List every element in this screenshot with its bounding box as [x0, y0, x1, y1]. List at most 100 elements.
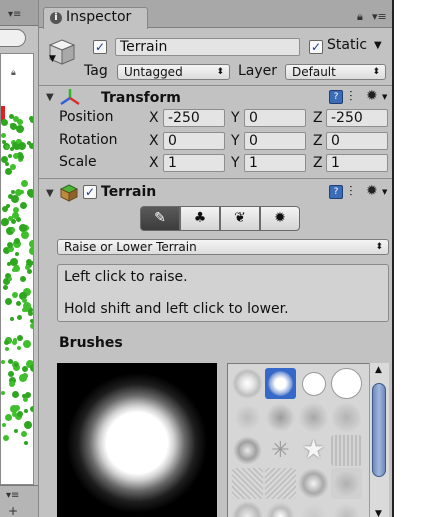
- tree-blob: [3, 435, 9, 441]
- brush-texture-8[interactable]: [331, 501, 362, 517]
- brush-star[interactable]: ★: [298, 435, 329, 466]
- position-label: Position: [59, 109, 114, 125]
- position-y-field[interactable]: 0: [244, 109, 306, 127]
- terrain-trees: [1, 114, 33, 454]
- tree-blob: [30, 118, 33, 123]
- position-z-field[interactable]: -250: [326, 109, 388, 127]
- terrain-settings-tool-button[interactable]: ✹: [260, 206, 300, 231]
- menu-icon[interactable]: ▾≡: [6, 490, 19, 501]
- tree-blob: [21, 431, 27, 437]
- layer-label: Layer: [238, 63, 278, 79]
- scale-z-field[interactable]: 1: [326, 154, 388, 172]
- tree-blob: [17, 335, 23, 341]
- brush-splatter-4[interactable]: [331, 402, 362, 433]
- tree-blob: [4, 340, 9, 345]
- paint-brush-tool-button[interactable]: ✎: [140, 206, 180, 231]
- scrollbar-thumb[interactable]: [372, 383, 386, 477]
- gear-icon[interactable]: ✹: [366, 89, 378, 103]
- brush-splatter-3[interactable]: [298, 402, 329, 433]
- position-x-field[interactable]: -250: [163, 109, 225, 127]
- tree-blob: [10, 317, 14, 321]
- brush-burst[interactable]: ✳: [265, 435, 296, 466]
- rotation-x-field[interactable]: 0: [163, 132, 225, 150]
- menu-icon[interactable]: ▾≡: [372, 10, 387, 23]
- static-label: Static: [327, 37, 368, 53]
- tree-blob: [9, 114, 14, 119]
- preset-sliders-icon[interactable]: ⫶: [349, 89, 353, 105]
- tree-blob: [1, 218, 9, 226]
- brush-hard-large[interactable]: [331, 368, 362, 399]
- tree-blob: [16, 139, 21, 144]
- menu-icon[interactable]: ▾≡: [8, 9, 21, 20]
- preset-sliders-icon[interactable]: ⫶: [349, 184, 353, 200]
- tree-blob: [14, 238, 20, 244]
- tree-blob: [12, 391, 19, 398]
- brush-texture-4[interactable]: [331, 468, 362, 499]
- static-dropdown-arrow[interactable]: ▼: [374, 40, 382, 51]
- axis-y-label: Y: [231, 110, 240, 126]
- brush-splatter-2[interactable]: [265, 402, 296, 433]
- foldout-arrow-icon[interactable]: ▼: [46, 92, 54, 103]
- tree-blob: [1, 156, 8, 163]
- place-trees-tool-button[interactable]: ♣: [180, 206, 220, 231]
- tree-blob: [16, 301, 21, 306]
- lock-icon[interactable]: 🔒︎: [11, 68, 16, 78]
- terrain-enabled-checkbox[interactable]: ✓: [83, 185, 97, 199]
- lock-icon[interactable]: 🔒︎: [357, 10, 363, 24]
- brush-grid[interactable]: ✳ ★: [227, 363, 389, 517]
- brush-hard-medium[interactable]: [298, 368, 329, 399]
- icon-dropdown-arrow[interactable]: ▼: [49, 54, 56, 64]
- tree-blob: [17, 119, 23, 125]
- transform-icon: [59, 88, 81, 108]
- scroll-up-icon[interactable]: ▲: [375, 365, 382, 375]
- brush-texture-3[interactable]: [298, 468, 329, 499]
- tab-inspector[interactable]: i Inspector: [43, 7, 148, 29]
- rotation-z-field[interactable]: 0: [326, 132, 388, 150]
- help-line-raise: Left click to raise.: [64, 269, 188, 285]
- object-name-field[interactable]: Terrain: [115, 38, 300, 56]
- foldout-arrow-icon[interactable]: ▼: [46, 188, 54, 199]
- tag-label: Tag: [84, 63, 108, 79]
- layer-value: Default: [292, 65, 336, 79]
- tree-blob: [8, 194, 13, 199]
- tree-blob: [30, 323, 33, 329]
- right-panel-edge: [392, 0, 424, 517]
- tag-dropdown[interactable]: Untagged ⬍: [117, 64, 230, 80]
- scroll-down-icon[interactable]: ▼: [375, 509, 382, 517]
- scale-x-field[interactable]: 1: [163, 154, 225, 172]
- tree-blob: [25, 265, 30, 270]
- terrain-mode-dropdown[interactable]: Raise or Lower Terrain ⬍: [57, 239, 389, 255]
- reference-book-icon[interactable]: ?: [329, 90, 343, 104]
- tree-blob: [12, 340, 17, 345]
- brush-texture-2[interactable]: [265, 468, 296, 499]
- brush-texture-7[interactable]: [298, 501, 329, 517]
- gear-icon[interactable]: ✹: [366, 184, 378, 198]
- scale-y-field[interactable]: 1: [244, 154, 306, 172]
- add-icon[interactable]: +: [8, 504, 18, 517]
- brush-texture-1[interactable]: [232, 468, 263, 499]
- static-checkbox[interactable]: ✓: [309, 40, 323, 54]
- tab-label: Inspector: [66, 9, 132, 25]
- brush-splatter-1[interactable]: [232, 402, 263, 433]
- axis-x-label: X: [149, 155, 159, 171]
- gear-dropdown-icon[interactable]: ▼: [382, 93, 387, 101]
- gear-icon: ✹: [274, 210, 286, 226]
- tree-blob: [23, 306, 29, 312]
- active-checkbox[interactable]: ✓: [93, 40, 107, 54]
- brush-streaks[interactable]: [331, 435, 362, 466]
- scene-viewport[interactable]: 🔒︎: [0, 53, 34, 485]
- paint-details-tool-button[interactable]: ❦: [220, 206, 260, 231]
- tree-blob: [10, 147, 14, 151]
- layer-dropdown[interactable]: Default ⬍: [285, 64, 386, 80]
- scene-search-field[interactable]: [0, 29, 26, 47]
- brush-soft-selected[interactable]: [265, 368, 296, 399]
- brush-soft-small[interactable]: [232, 368, 263, 399]
- rotation-y-field[interactable]: 0: [244, 132, 306, 150]
- terrain-mode-value: Raise or Lower Terrain: [64, 240, 197, 254]
- brush-texture-6[interactable]: [265, 501, 296, 517]
- brush-cloud[interactable]: [232, 435, 263, 466]
- grass-icon: ❦: [234, 210, 246, 226]
- reference-book-icon[interactable]: ?: [329, 185, 343, 199]
- gear-dropdown-icon[interactable]: ▼: [382, 188, 387, 196]
- brush-texture-5[interactable]: [232, 501, 263, 517]
